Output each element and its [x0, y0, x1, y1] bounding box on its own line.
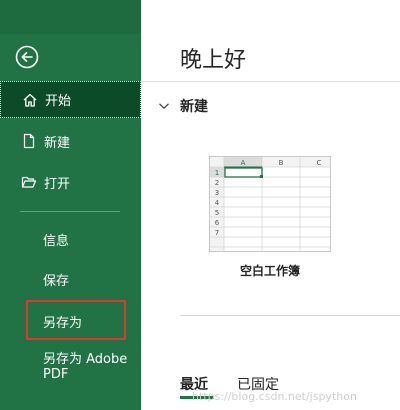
sidebar-item-open[interactable]: 打开 [0, 164, 141, 200]
chevron-down-icon [156, 98, 172, 114]
sidebar-item-save-as-adobe-pdf[interactable]: 另存为 Adobe PDF [0, 352, 141, 386]
sidebar-item-info[interactable]: 信息 [0, 222, 141, 256]
row-header-7: 7 [215, 229, 219, 237]
sidebar-divider [20, 211, 120, 212]
home-icon [21, 91, 39, 109]
save-as-highlight-box [26, 300, 126, 340]
column-header-b: B [279, 159, 284, 167]
page-title: 晚上好 [180, 48, 247, 73]
sidebar-item-save[interactable]: 保存 [0, 262, 141, 296]
folder-open-icon [20, 173, 38, 191]
row-header-4: 4 [215, 199, 220, 207]
sidebar-item-label: 新建 [44, 135, 71, 151]
row-header-1: 1 [215, 169, 219, 177]
new-document-icon [20, 132, 38, 150]
row-header-2: 2 [215, 179, 219, 187]
sidebar-item-label: 打开 [44, 176, 71, 192]
watermark: https://blog.csdn.net/jspython [192, 390, 357, 403]
sidebar-item-label: 开始 [45, 94, 72, 109]
column-header-a: A [241, 159, 246, 167]
backstage-sidebar: 开始 新建 打开 信息 保存 另存为 另存为 Adobe PDF [0, 0, 141, 410]
back-button[interactable] [14, 44, 40, 70]
blank-workbook-label: 空白工作簿 [239, 264, 300, 278]
sidebar-item-label: 信息 [43, 233, 70, 249]
sidebar-item-new[interactable]: 新建 [0, 123, 141, 159]
column-header-c: C [317, 159, 322, 167]
section-divider [180, 315, 400, 316]
blank-workbook-template[interactable]: A B C 1 2 3 4 5 6 7 [209, 156, 331, 252]
sidebar-item-label: 保存 [43, 273, 70, 289]
arrow-left-circle-icon [15, 45, 39, 69]
section-title: 新建 [180, 99, 208, 115]
row-header-6: 6 [215, 219, 220, 227]
spreadsheet-preview: A B C 1 2 3 4 5 6 7 [210, 157, 330, 251]
new-section-header[interactable]: 新建 [156, 96, 208, 116]
sidebar-item-home[interactable]: 开始 [0, 81, 141, 118]
row-header-5: 5 [215, 209, 219, 217]
title-divider [141, 81, 400, 82]
row-header-3: 3 [215, 189, 219, 197]
sidebar-item-label: 另存为 Adobe PDF [43, 352, 128, 382]
sidebar-top-strip [0, 0, 141, 34]
